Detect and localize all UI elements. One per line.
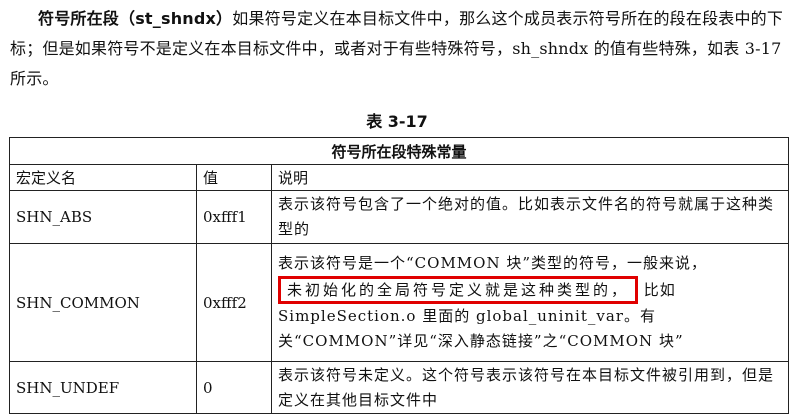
header-macro-name: 宏定义名 (9, 164, 197, 191)
value-cell: 0xfff1 (196, 190, 272, 244)
table-row: SHN_ABS 0xfff1 表示该符号包含了一个绝对的值。比如表示文件名的符号… (9, 190, 789, 244)
description-text-start: 表示该符号是一个“COMMON 块”类型的符号，一般来说， (278, 254, 708, 272)
header-description: 说明 (271, 164, 789, 191)
intro-paragraph: 符号所在段（st_shndx）如果符号定义在本目标文件中，那么这个成员表示符号所… (10, 4, 784, 94)
macro-name-cell: SHN_ABS (9, 190, 197, 244)
highlight-box: 未初始化的全局符号定义就是这种类型的， (278, 276, 639, 304)
description-cell: 表示该符号未定义。这个符号表示该符号在本目标文件被引用到，但是定义在其他目标文件… (271, 361, 789, 414)
table-row: SHN_UNDEF 0 表示该符号未定义。这个符号表示该符号在本目标文件被引用到… (9, 361, 789, 414)
table-caption: 表 3-17 (366, 112, 428, 131)
table-title: 符号所在段特殊常量 (9, 137, 789, 165)
description-cell: 表示该符号包含了一个绝对的值。比如表示文件名的符号就属于这种类型的 (271, 190, 789, 244)
table-row: SHN_COMMON 0xfff2 表示该符号是一个“COMMON 块”类型的符… (9, 243, 789, 362)
table-header-row: 宏定义名 值 说明 (9, 164, 789, 191)
term-st-shndx: 符号所在段（st_shndx） (38, 9, 233, 28)
macro-name-cell: SHN_COMMON (9, 243, 197, 362)
document-page: 符号所在段（st_shndx）如果符号定义在本目标文件中，那么这个成员表示符号所… (0, 0, 794, 419)
description-cell: 表示该符号是一个“COMMON 块”类型的符号，一般来说， 未初始化的全局符号定… (271, 243, 789, 362)
header-value: 值 (196, 164, 272, 191)
value-cell: 0 (196, 361, 272, 414)
value-cell: 0xfff2 (196, 243, 272, 362)
special-section-table: 符号所在段特殊常量 宏定义名 值 说明 SHN_ABS 0xfff1 表示该符号… (9, 137, 789, 414)
macro-name-cell: SHN_UNDEF (9, 361, 197, 414)
